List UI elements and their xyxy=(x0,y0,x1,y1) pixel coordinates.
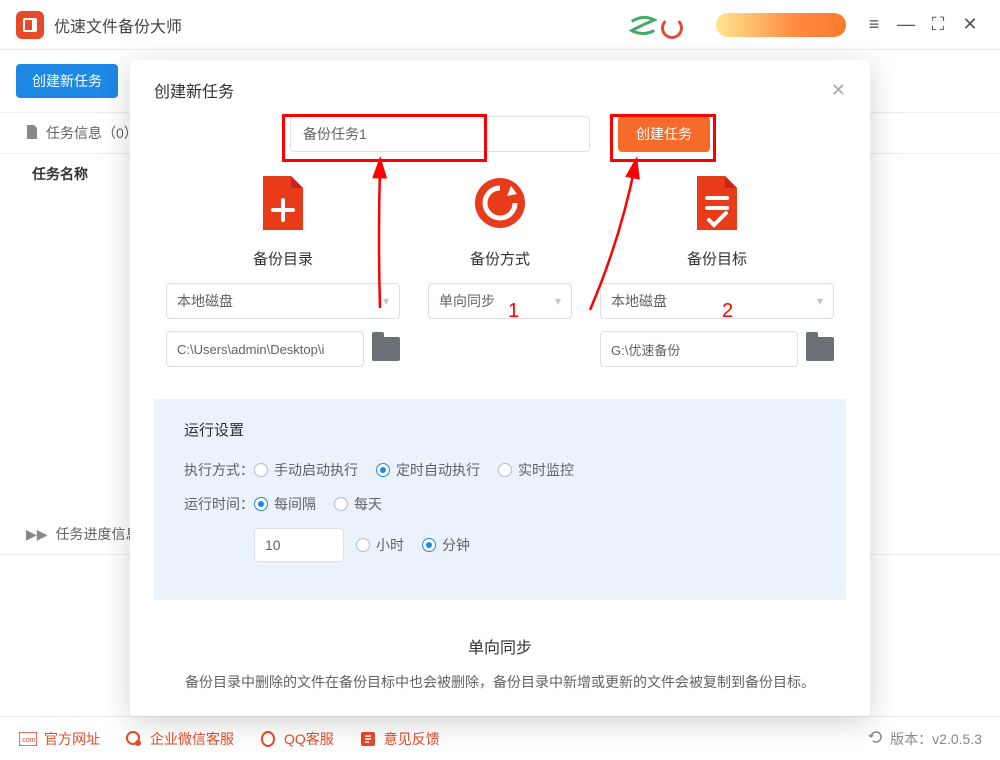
target-browse-button[interactable] xyxy=(806,337,834,361)
unit-minute[interactable]: 分钟 xyxy=(422,535,470,555)
target-icon xyxy=(690,176,744,230)
create-task-modal: 创建新任务 ✕ 创建任务 备份目录 本地磁盘 ▾ xyxy=(130,60,870,716)
backup-source-column: 备份目录 本地磁盘 ▾ xyxy=(166,176,400,367)
run-settings-title: 运行设置 xyxy=(184,419,816,440)
run-time-interval[interactable]: 每间隔 xyxy=(254,494,316,514)
backup-method-column: 备份方式 单向同步 ▾ xyxy=(428,176,572,367)
chevron-down-icon: ▾ xyxy=(817,294,823,308)
source-label: 备份目录 xyxy=(166,248,400,269)
exec-mode-manual[interactable]: 手动启动执行 xyxy=(254,460,358,480)
task-name-input[interactable] xyxy=(290,116,590,152)
annotation-number-1: 1 xyxy=(508,300,519,323)
sync-mode-title: 单向同步 xyxy=(130,634,870,658)
exec-mode-realtime[interactable]: 实时监控 xyxy=(498,460,574,480)
source-icon xyxy=(256,176,310,230)
annotation-number-2: 2 xyxy=(722,300,733,323)
unit-hour[interactable]: 小时 xyxy=(356,535,404,555)
exec-mode-label: 执行方式： xyxy=(184,460,254,480)
run-time-label: 运行时间： xyxy=(184,494,254,514)
run-time-daily[interactable]: 每天 xyxy=(334,494,382,514)
method-select[interactable]: 单向同步 ▾ xyxy=(428,283,572,319)
chevron-down-icon: ▾ xyxy=(383,294,389,308)
chevron-down-icon: ▾ xyxy=(555,294,561,308)
run-settings-panel: 运行设置 执行方式： 手动启动执行 定时自动执行 实时监控 运行时间： 每间隔 … xyxy=(154,399,846,600)
method-icon xyxy=(473,176,527,230)
sync-mode-description: 备份目录中删除的文件在备份目标中也会被删除，备份目录中新增或更新的文件会被复制到… xyxy=(130,672,870,692)
modal-title: 创建新任务 xyxy=(154,78,234,102)
interval-value-input[interactable] xyxy=(254,528,344,562)
source-browse-button[interactable] xyxy=(372,337,400,361)
target-path-input[interactable] xyxy=(600,331,798,367)
source-type-select[interactable]: 本地磁盘 ▾ xyxy=(166,283,400,319)
target-type-select[interactable]: 本地磁盘 ▾ xyxy=(600,283,834,319)
modal-close-icon[interactable]: ✕ xyxy=(831,80,846,101)
backup-target-column: 备份目标 本地磁盘 ▾ xyxy=(600,176,834,367)
method-label: 备份方式 xyxy=(428,248,572,269)
create-task-confirm-button[interactable]: 创建任务 xyxy=(618,116,710,152)
target-label: 备份目标 xyxy=(600,248,834,269)
source-path-input[interactable] xyxy=(166,331,364,367)
exec-mode-scheduled[interactable]: 定时自动执行 xyxy=(376,460,480,480)
